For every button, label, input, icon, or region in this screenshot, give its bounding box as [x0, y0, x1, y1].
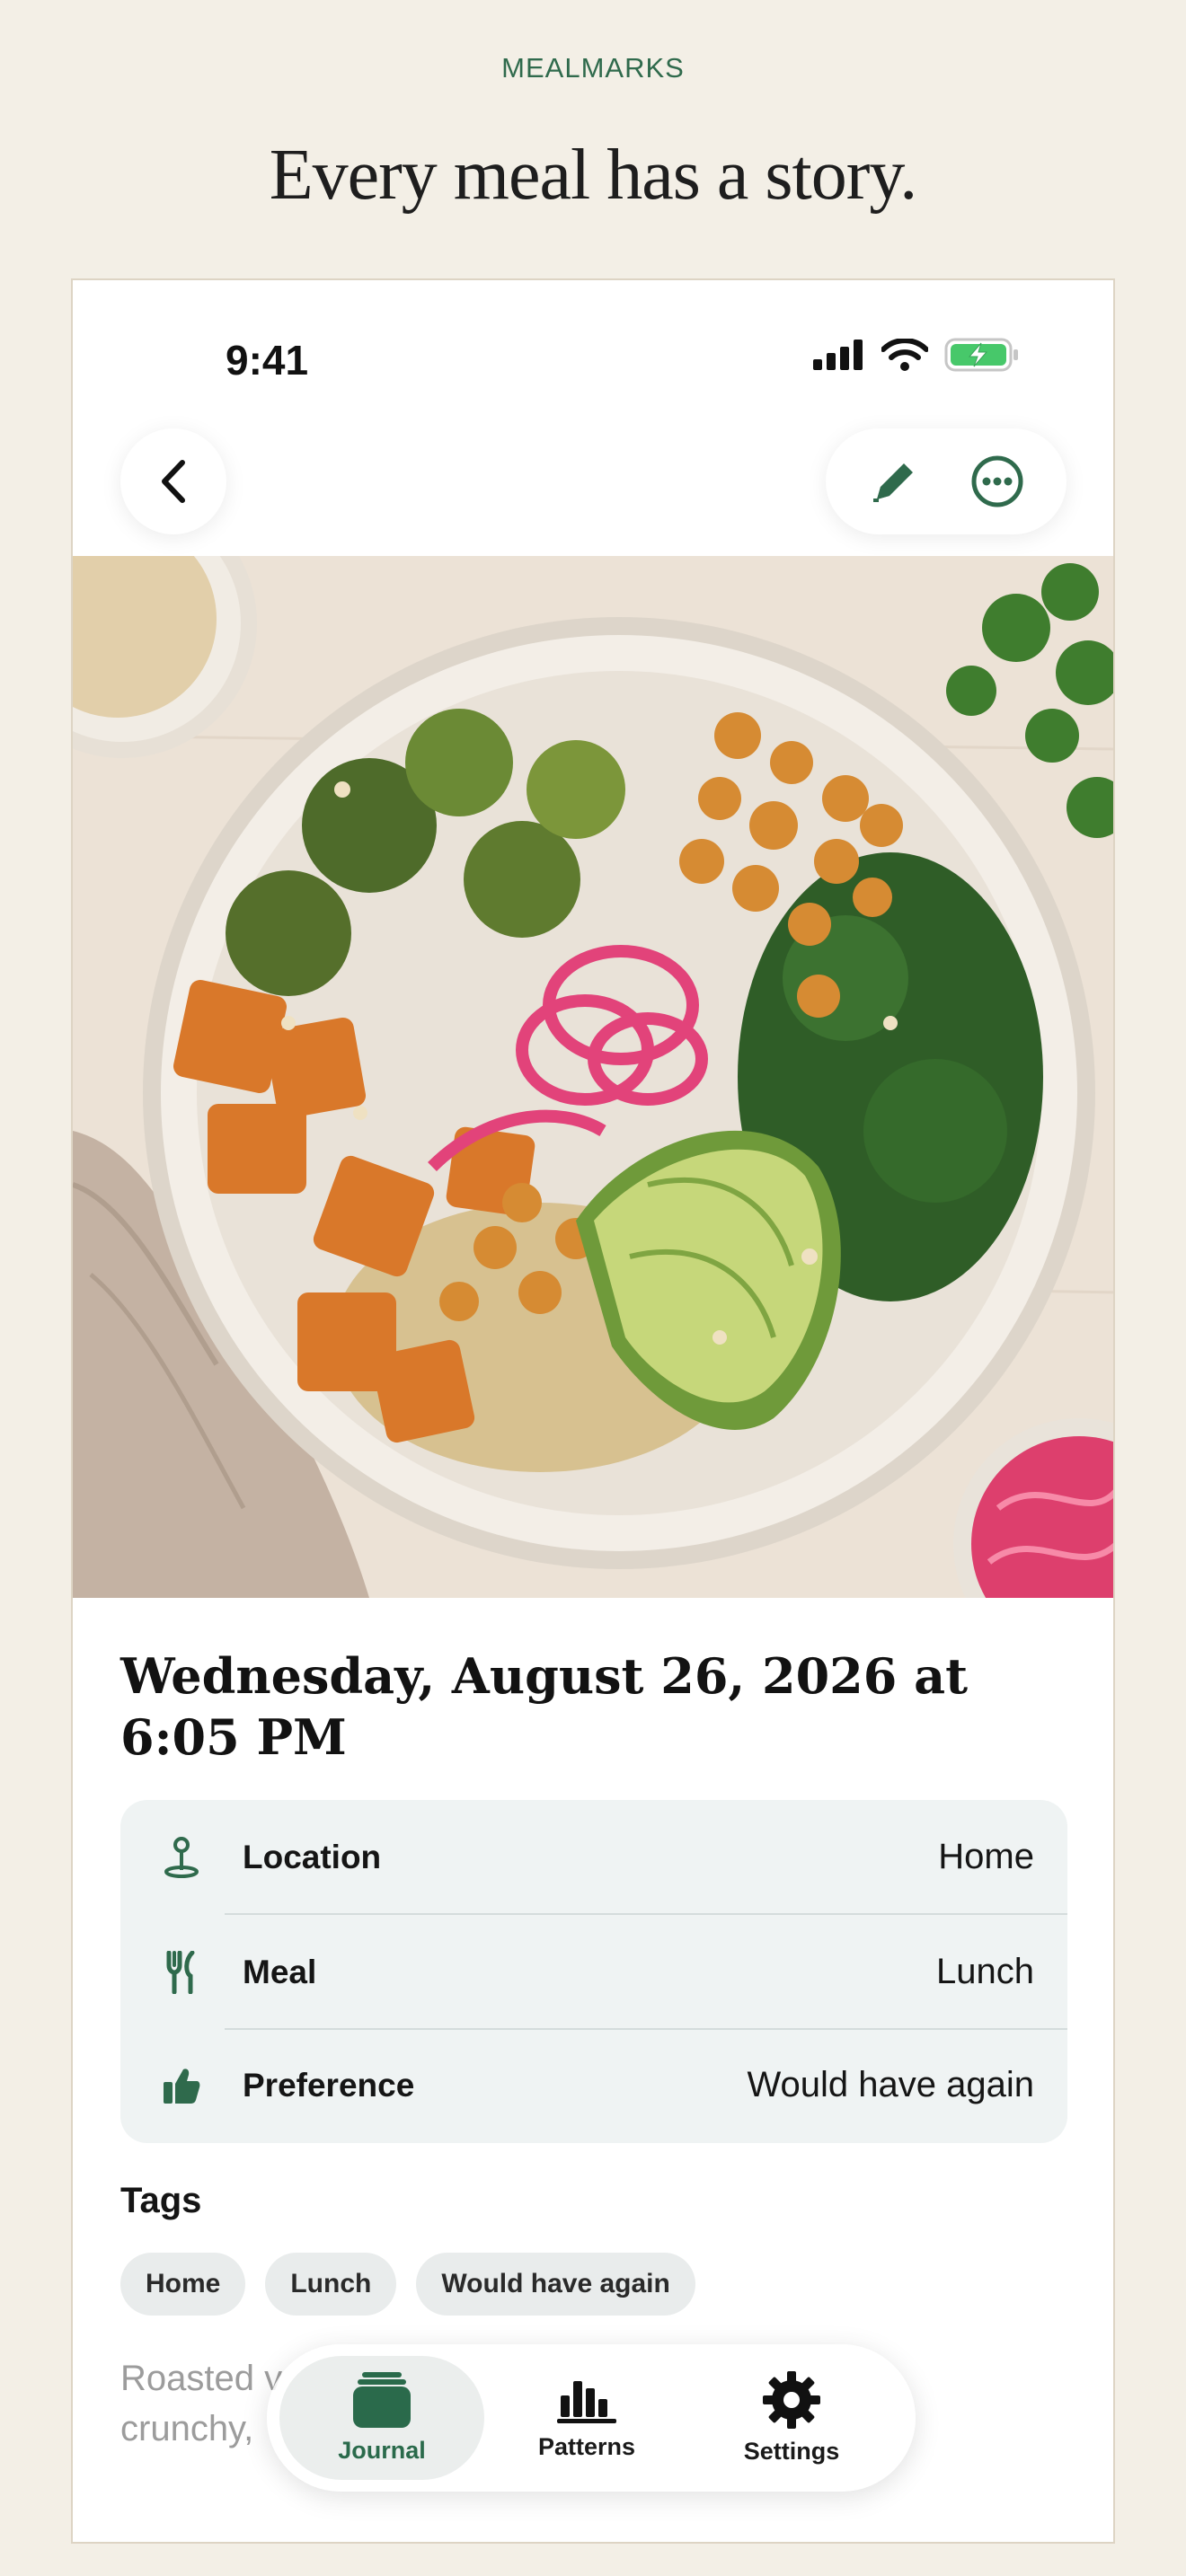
detail-value: Would have again	[747, 2065, 1035, 2104]
thumbs-up-icon	[164, 2068, 200, 2104]
headline: Every meal has a story.	[269, 136, 917, 215]
edit-button[interactable]	[863, 449, 927, 514]
tab-label: Settings	[743, 2437, 840, 2465]
phone-screen: 9:41 Wednesday, August 26, 2026 at 6:05 …	[71, 278, 1115, 2544]
tag-list: Home Lunch Would have again	[120, 2253, 695, 2316]
status-time: 9:41	[226, 337, 309, 384]
gear-icon	[763, 2370, 820, 2429]
back-button[interactable]	[120, 428, 226, 534]
detail-label: Meal	[243, 1953, 317, 1990]
tag-chip[interactable]: Home	[120, 2253, 246, 2316]
fork-knife-icon	[166, 1950, 195, 1994]
cellular-signal-icon	[813, 340, 863, 370]
tag-chip[interactable]: Would have again	[416, 2253, 695, 2316]
bar-chart-icon	[557, 2380, 616, 2423]
location-pin-icon	[164, 1836, 199, 1878]
entry-date-line1: Wednesday, August 26, 2026 at	[120, 1647, 969, 1705]
tags-title: Tags	[120, 2181, 202, 2220]
journal-icon	[353, 2371, 411, 2428]
chevron-left-icon	[162, 460, 185, 503]
detail-value: Home	[938, 1837, 1034, 1876]
detail-row-meal[interactable]: Meal Lunch	[120, 1915, 1067, 2029]
grain-bowl-illustration	[73, 556, 1113, 1598]
tab-label: Patterns	[537, 2432, 636, 2460]
detail-row-preference[interactable]: Preference Would have again	[120, 2028, 1067, 2142]
nav-actions	[826, 428, 1067, 534]
detail-value: Lunch	[936, 1952, 1034, 1991]
tab-label: Journal	[338, 2436, 426, 2464]
entry-date: Wednesday, August 26, 2026 at 6:05 PM	[120, 1645, 1019, 1768]
details-card: Location Home Meal Lunch Preference Woul…	[120, 1800, 1067, 2143]
battery-charging-icon	[944, 338, 1018, 372]
ellipsis-circle-icon	[971, 455, 1023, 507]
brand-name: MEALMARKS	[501, 52, 685, 84]
tab-journal[interactable]: Journal	[279, 2356, 484, 2480]
detail-label: Preference	[243, 2066, 415, 2104]
tab-patterns[interactable]: Patterns	[484, 2356, 689, 2480]
meal-photo	[73, 556, 1113, 1598]
tab-settings[interactable]: Settings	[689, 2356, 894, 2480]
tab-bar: Journal Patterns Settings	[267, 2344, 916, 2492]
detail-row-location[interactable]: Location Home	[120, 1800, 1067, 1914]
more-options-button[interactable]	[965, 449, 1030, 514]
pencil-icon	[873, 463, 913, 502]
detail-label: Location	[243, 1838, 382, 1875]
tag-chip[interactable]: Lunch	[265, 2253, 397, 2316]
wifi-icon	[881, 339, 928, 371]
entry-date-line2: 6:05 PM	[120, 1708, 347, 1766]
status-icons	[813, 338, 1020, 372]
